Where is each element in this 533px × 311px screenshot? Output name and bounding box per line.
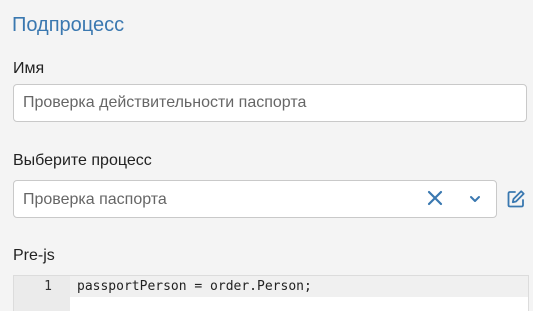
section-title: Подпроцесс xyxy=(12,14,125,36)
prejs-label: Pre-js xyxy=(13,247,55,264)
process-label: Выберите процесс xyxy=(13,152,152,169)
name-label: Имя xyxy=(13,60,45,77)
process-select-value: Проверка паспорта xyxy=(23,191,167,208)
name-input[interactable] xyxy=(13,84,527,122)
subprocess-panel: Подпроцесс Имя Выберите процесс Проверка… xyxy=(0,0,533,311)
process-select[interactable]: Проверка паспорта xyxy=(13,180,497,218)
close-icon[interactable] xyxy=(426,189,444,207)
line-number-gutter: 1 xyxy=(14,276,70,311)
code-line[interactable]: passportPerson = order.Person; xyxy=(77,279,312,295)
edit-icon[interactable] xyxy=(506,189,526,209)
line-number: 1 xyxy=(44,279,52,294)
prejs-code-editor[interactable]: 1 passportPerson = order.Person; xyxy=(13,275,529,311)
chevron-down-icon[interactable] xyxy=(469,193,481,205)
